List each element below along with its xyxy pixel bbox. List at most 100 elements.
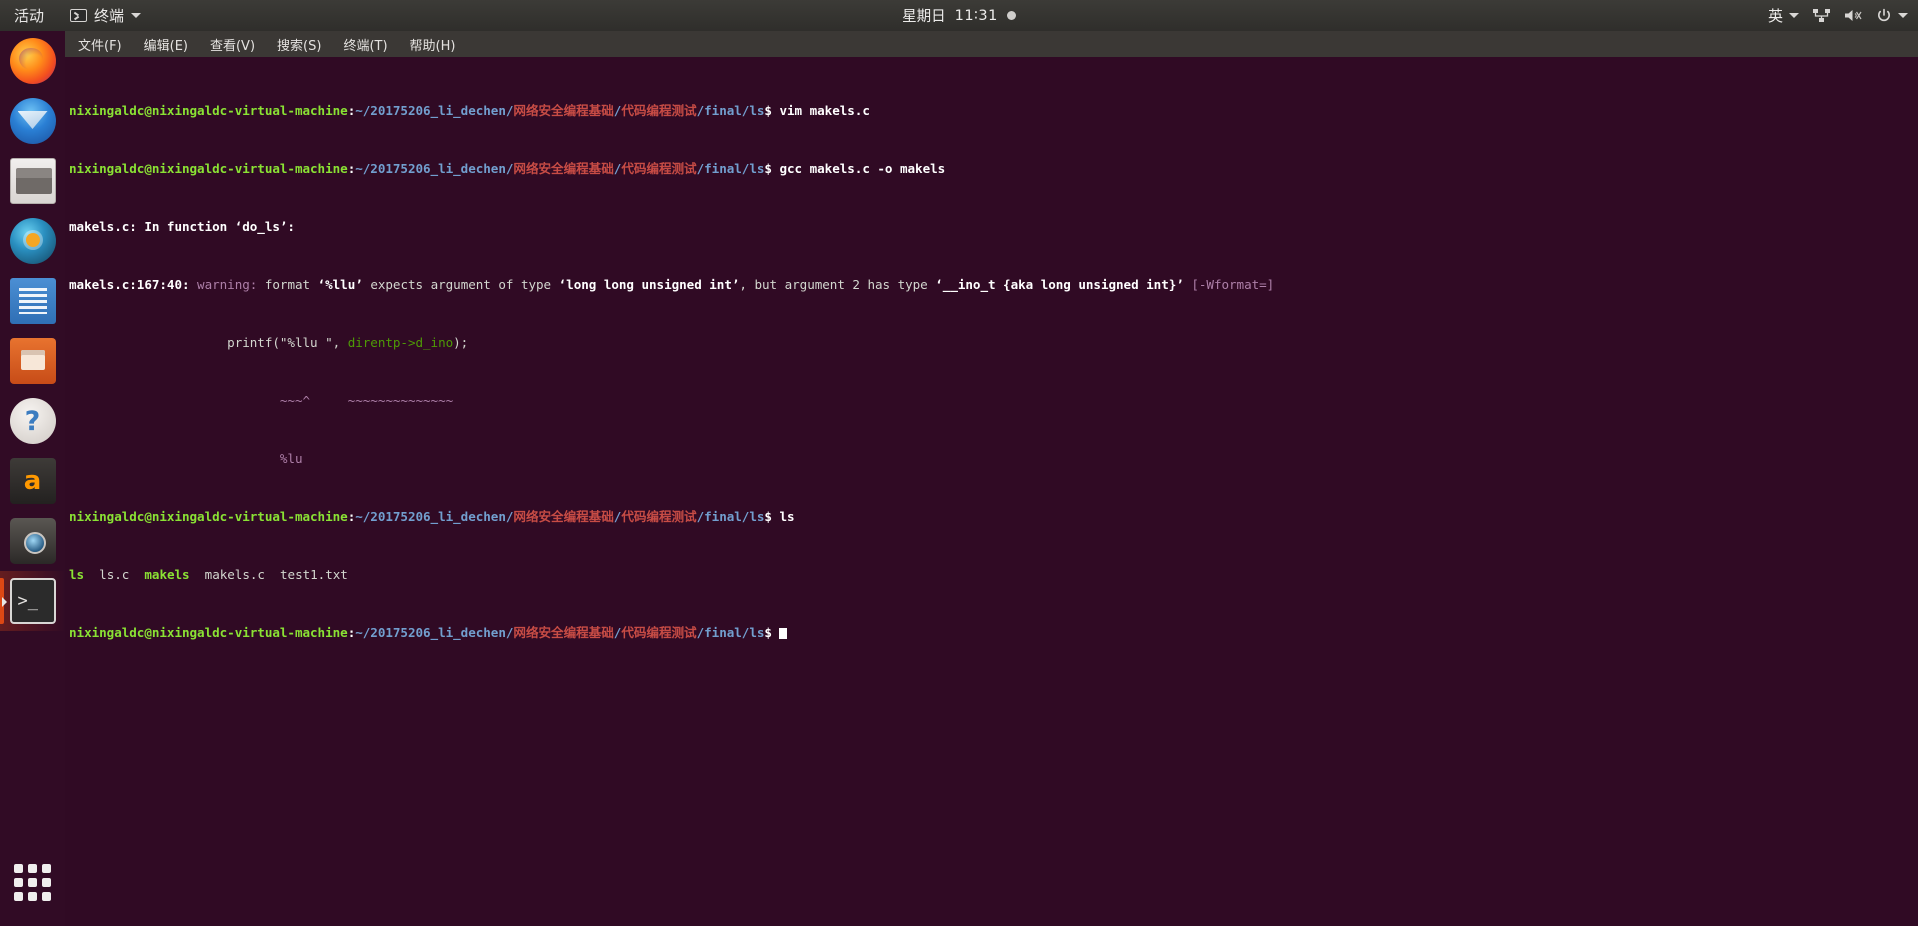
terminal-line: nixingaldc@nixingaldc-virtual-machine:~/… [69,509,1918,525]
terminal-line: %lu [69,452,1918,465]
terminal-command-3: ls [771,509,795,525]
prompt-path-head: ~/20175206_li_dechen/ [355,625,514,641]
prompt-path-cjk-1: 网络安全编程基础 [513,625,614,641]
terminal-line: nixingaldc@nixingaldc-virtual-machine:~/… [69,103,1918,119]
menu-edit[interactable]: 编辑(E) [144,35,188,54]
topbar-app-name: 终端 [94,7,125,25]
software-store-icon [9,338,56,384]
files-icon [9,158,56,204]
terminal-content-area[interactable]: nixingaldc@nixingaldc-virtual-machine:~/… [65,57,1918,926]
prompt-user-host: nixingaldc@nixingaldc-virtual-machine [69,625,348,641]
prompt-path-cjk-2: 代码编程测试 [621,509,697,525]
show-applications-button[interactable] [0,852,65,912]
chevron-down-icon [1789,13,1799,18]
input-method-indicator[interactable]: 英 [1768,0,1799,31]
help-icon: ? [9,398,56,444]
firefox-icon [9,38,56,84]
network-indicator[interactable] [1812,0,1831,31]
launcher-item-firefox[interactable] [0,31,65,91]
gcc-warning-type-expected: ‘long long unsigned int’ [558,277,740,293]
terminal-line: makels.c:167:40: warning: format ‘%llu’ … [69,277,1918,293]
terminal-cursor [779,627,788,639]
ls-spacer [84,567,99,582]
menu-help[interactable]: 帮助(H) [410,35,456,54]
input-method-label: 英 [1767,7,1783,25]
chevron-down-icon [131,13,142,18]
activities-button[interactable]: 活动 [0,0,54,31]
gnome-top-bar: 活动 终端 星期日 11∶31 英 [0,0,1918,31]
gcc-in-function-line: makels.c: In function ‘do_ls’: [69,219,295,235]
camera-icon [9,518,56,564]
prompt-path-cjk-1: 网络安全编程基础 [513,161,614,177]
gcc-warning-text-2: expects argument of type [362,277,559,293]
prompt-path-cjk-2: 代码编程测试 [621,625,697,641]
gcc-source-expression: direntp->d_ino [347,335,454,351]
prompt-path-tail: /final/ls [696,625,765,641]
chevron-down-icon [1898,13,1908,18]
ls-spacer [190,567,205,582]
launcher-item-terminal[interactable]: >_ [0,571,65,631]
prompt-path-tail: /final/ls [696,161,765,177]
prompt-path-cjk-1: 网络安全编程基础 [513,103,614,119]
terminal-line: ~~~^ ~~~~~~~~~~~~~~ [69,393,1918,409]
thunderbird-icon [9,98,56,144]
prompt-path-head: ~/20175206_li_dechen/ [355,509,514,525]
activities-label: 活动 [14,7,45,25]
gcc-warning-keyword: warning: [189,277,265,293]
prompt-user-host: nixingaldc@nixingaldc-virtual-machine [69,161,348,177]
terminal-command-2: gcc makels.c -o makels [771,161,946,177]
ls-spacer [129,567,144,582]
ls-entry-ls: ls [69,567,85,583]
volume-indicator[interactable] [1844,0,1863,31]
unity-launcher: ? a >_ [0,31,65,926]
power-indicator[interactable] [1876,0,1908,31]
menu-terminal[interactable]: 终端(T) [343,35,387,54]
gcc-warning-location: makels.c:167:40: [69,277,190,293]
clock-button[interactable]: 星期日 11∶31 [0,5,1918,26]
gcc-warning-type-actual: ‘__ino_t {aka long unsigned int}’ [935,277,1184,293]
terminal-line: nixingaldc@nixingaldc-virtual-machine:~/… [69,625,1918,641]
clock-day: 星期日 [902,9,946,25]
launcher-item-files[interactable] [0,151,65,211]
menu-search[interactable]: 搜索(S) [277,35,321,54]
system-tray: 英 [1768,0,1908,31]
prompt-user-host: nixingaldc@nixingaldc-virtual-machine [69,103,348,119]
prompt-dollar: $ [764,509,772,525]
terminal-line: printf("%llu ", direntp->d_ino); [69,335,1918,351]
notification-dot-icon [1006,11,1016,20]
launcher-item-help[interactable]: ? [0,391,65,451]
launcher-item-rhythmbox[interactable] [0,211,65,271]
amazon-icon: a [9,458,56,504]
terminal-command-1: vim makels.c [771,103,870,119]
terminal-icon [70,9,88,22]
ls-entry-ls-c: ls.c [99,567,130,583]
power-icon [1878,8,1890,21]
ls-entry-test1-txt: test1.txt [280,567,348,583]
topbar-app-menu[interactable]: 终端 [70,0,142,31]
gcc-caret-line: ~~~^ ~~~~~~~~~~~~~~ [69,393,454,409]
document-icon [9,278,56,324]
launcher-running-indicator-icon [2,597,7,607]
terminal-text: nixingaldc@nixingaldc-virtual-machine:~/… [69,59,1918,673]
prompt-dollar: $ [764,625,772,641]
launcher-item-thunderbird[interactable] [0,91,65,151]
ls-entry-makels-c: makels.c [204,567,265,583]
menu-view[interactable]: 查看(V) [210,35,255,54]
gcc-source-line: printf("%llu ", [69,335,348,351]
network-wired-icon [1813,9,1830,22]
prompt-user-host: nixingaldc@nixingaldc-virtual-machine [69,509,348,525]
launcher-item-amazon[interactable]: a [0,451,65,511]
ls-spacer [265,567,280,582]
terminal-window: nixingaldc@nixingaldc-virtual-machine: ~… [65,0,1918,926]
menu-file[interactable]: 文件(F) [78,35,122,54]
ls-entry-makels: makels [144,567,190,583]
launcher-item-camera[interactable] [0,511,65,571]
clock-time: 11∶31 [954,7,998,24]
gcc-warning-flag: [-Wformat=] [1183,277,1275,293]
grid-icon [14,863,51,901]
gcc-source-tail: ); [453,335,469,351]
launcher-item-writer[interactable] [0,271,65,331]
launcher-item-software[interactable] [0,331,65,391]
prompt-path-tail: /final/ls [696,103,765,119]
